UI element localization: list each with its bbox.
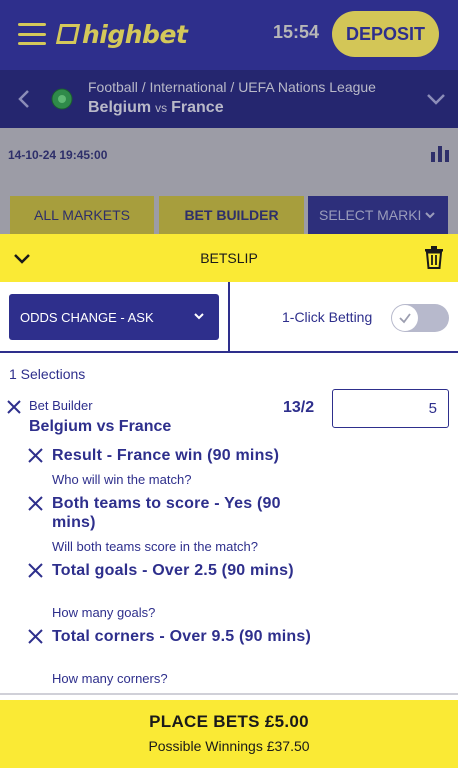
away-team: France (171, 99, 224, 116)
divider (0, 693, 458, 695)
stats-icon[interactable] (431, 146, 449, 162)
tab-bet-builder[interactable]: BET BUILDER (159, 196, 304, 234)
remove-leg-icon[interactable] (28, 629, 43, 644)
betslip-title: BETSLIP (200, 250, 258, 266)
selection-odds: 13/2 (283, 399, 315, 416)
odds-change-label: ODDS CHANGE - ASK (20, 309, 154, 325)
tab-all-markets[interactable]: ALL MARKETS (10, 196, 154, 234)
event-datetime: 14-10-24 19:45:00 (8, 148, 108, 162)
remove-leg-icon[interactable] (28, 448, 43, 463)
select-market-dropdown[interactable]: SELECT MARKI (308, 196, 448, 234)
place-bets-label: PLACE BETS £5.00 (149, 712, 309, 731)
chevron-left-icon[interactable] (14, 88, 36, 110)
remove-leg-icon[interactable] (28, 496, 43, 511)
remove-leg-icon[interactable] (28, 563, 43, 578)
event-subheader: 14-10-24 19:45:00 ALL MARKETS BET BUILDE… (0, 128, 458, 234)
event-header: Football / International / UEFA Nations … (0, 70, 458, 128)
place-bets-button[interactable]: PLACE BETS £5.00 Possible Winnings £37.5… (0, 700, 458, 768)
toggle-knob (392, 305, 418, 331)
trash-icon[interactable] (424, 246, 444, 269)
deposit-button[interactable]: DEPOSIT (332, 11, 439, 57)
stake-input[interactable] (332, 389, 449, 428)
one-click-label: 1-Click Betting (282, 309, 373, 325)
one-click-toggle[interactable] (391, 304, 449, 332)
brand-logo[interactable]: highbet (55, 18, 188, 50)
odds-change-dropdown[interactable]: ODDS CHANGE - ASK (9, 294, 219, 340)
clock: 15:54 (273, 22, 320, 42)
logo-mark (55, 24, 81, 44)
leg-title: Total goals - Over 2.5 (90 mins) (52, 562, 294, 579)
bet-type-label: Bet Builder (29, 398, 93, 413)
breadcrumb[interactable]: Football / International / UEFA Nations … (88, 79, 376, 95)
betslip-options: ODDS CHANGE - ASK 1-Click Betting (0, 282, 458, 353)
betslip-header[interactable]: BETSLIP (0, 234, 458, 282)
check-icon (399, 313, 411, 324)
soccer-ball-icon (51, 88, 73, 110)
chevron-down-icon (425, 212, 435, 219)
remove-selection-icon[interactable] (7, 400, 21, 414)
vs-label: vs (155, 101, 168, 115)
chevron-down-icon (194, 313, 204, 320)
select-market-label: SELECT MARKI (319, 207, 422, 223)
leg-title: Result - France win (90 mins) (52, 447, 280, 464)
brand-name: highbet (82, 19, 188, 49)
home-team: Belgium (88, 99, 152, 116)
leg-question: How many goals? (52, 605, 156, 620)
leg-title: Total corners - Over 9.5 (90 mins) (52, 628, 312, 645)
leg-question: Who will win the match? (52, 472, 192, 487)
selections-count: 1 Selections (9, 366, 86, 382)
possible-winnings: Possible Winnings £37.50 (148, 738, 310, 754)
menu-icon[interactable] (18, 23, 46, 45)
selection-match: Belgium vs France (29, 418, 172, 435)
leg-title: Both teams to score - Yes (90 mins) (52, 495, 281, 531)
leg-question: Will both teams score in the match? (52, 539, 258, 554)
top-header: highbet 15:54 DEPOSIT (0, 0, 458, 70)
match-title: Belgium vs France (88, 99, 224, 117)
options-divider (228, 282, 230, 353)
leg-question: How many corners? (52, 671, 168, 686)
chevron-down-icon[interactable] (425, 87, 447, 109)
